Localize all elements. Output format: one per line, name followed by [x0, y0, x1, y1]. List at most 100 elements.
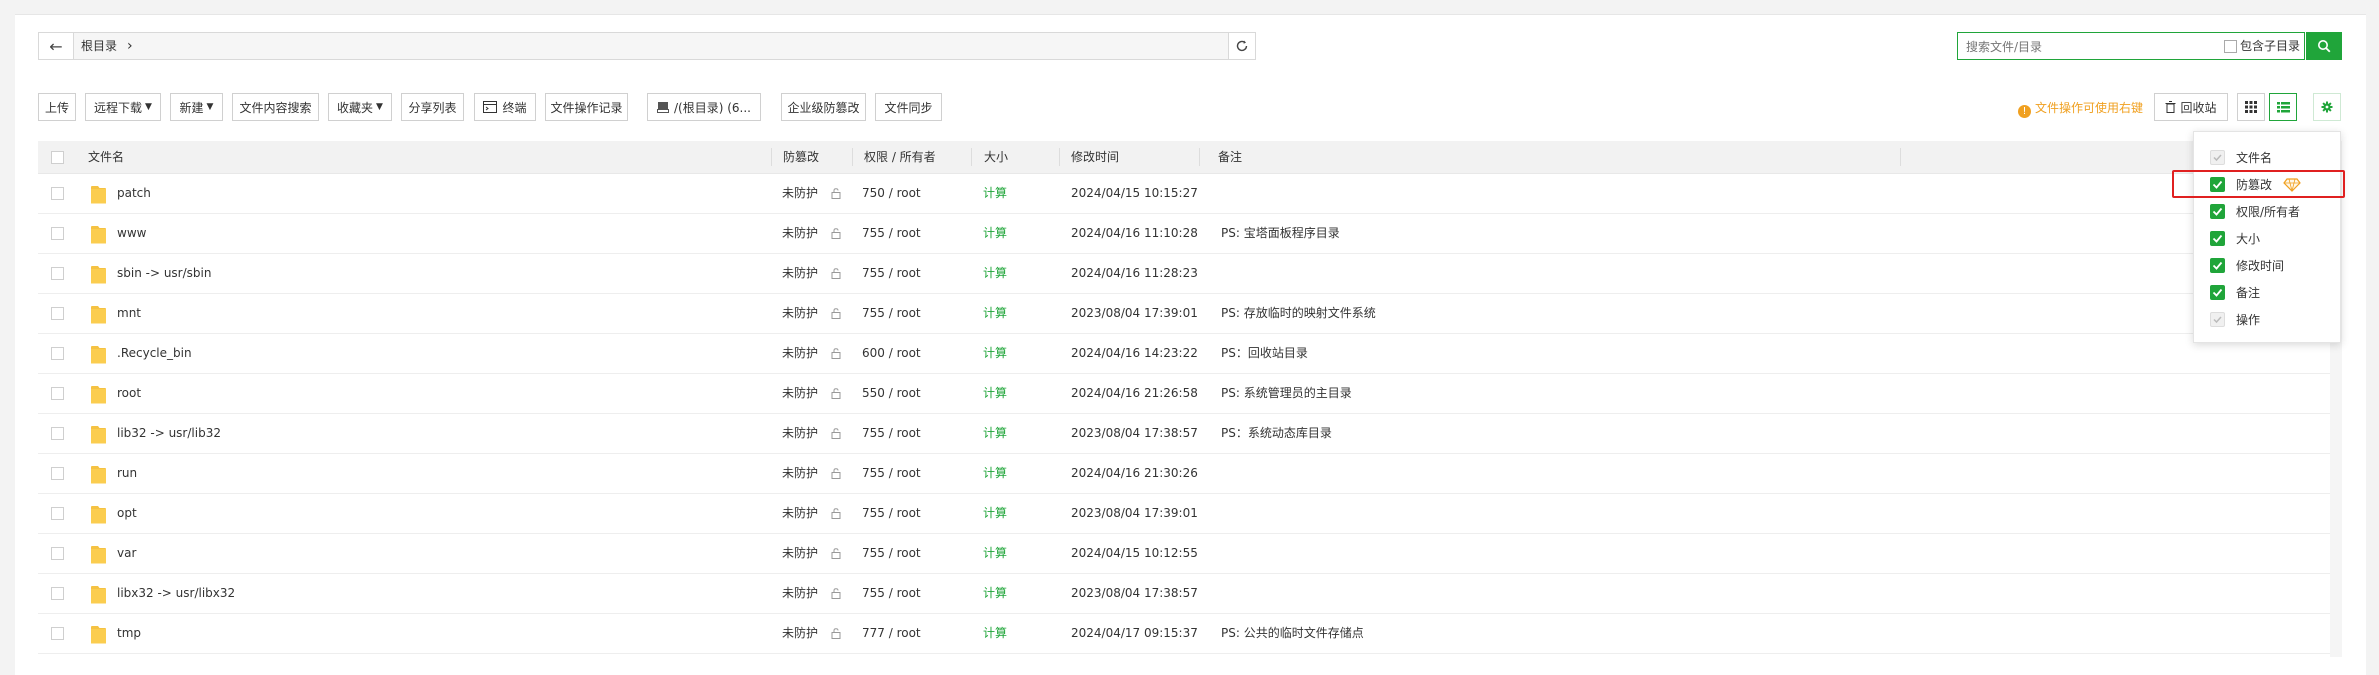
file-name[interactable]: patch [117, 174, 151, 213]
size-calc[interactable]: 计算 [983, 174, 1007, 213]
tamper-status[interactable]: 未防护 [782, 334, 818, 373]
table-row[interactable]: opt 未防护 755 / root 计算 2023/08/04 17:39:01 [38, 494, 2330, 534]
column-checkbox[interactable] [2210, 204, 2225, 219]
size-calc[interactable]: 计算 [983, 574, 1007, 613]
table-row[interactable]: root 未防护 550 / root 计算 2024/04/16 21:26:58 PS… [38, 374, 2330, 414]
column-checkbox[interactable] [2210, 231, 2225, 246]
row-checkbox[interactable] [51, 467, 64, 480]
unlock-icon[interactable] [831, 308, 843, 319]
unlock-icon[interactable] [831, 268, 843, 279]
unlock-icon[interactable] [831, 508, 843, 519]
unlock-icon[interactable] [831, 628, 843, 639]
list-view-button[interactable] [2269, 93, 2297, 121]
unlock-icon[interactable] [831, 588, 843, 599]
file-sync-button[interactable]: 文件同步 [875, 93, 942, 121]
table-row[interactable]: .Recycle_bin 未防护 600 / root 计算 2024/04/16 14… [38, 334, 2330, 374]
permission[interactable]: 755 / root [862, 294, 921, 333]
tamper-status[interactable]: 未防护 [782, 174, 818, 213]
permission[interactable]: 755 / root [862, 414, 921, 453]
row-checkbox[interactable] [51, 267, 64, 280]
note[interactable]: PS: 存放临时的映射文件系统 [1221, 294, 1376, 333]
permission[interactable]: 600 / root [862, 334, 921, 373]
table-row[interactable]: run 未防护 755 / root 计算 2024/04/16 21:30:26 [38, 454, 2330, 494]
search-button[interactable] [2306, 32, 2342, 60]
enterprise-tamper-button[interactable]: 企业级防篡改 [781, 93, 866, 121]
tamper-status[interactable]: 未防护 [782, 294, 818, 333]
column-checkbox[interactable] [2210, 258, 2225, 273]
permission[interactable]: 755 / root [862, 494, 921, 533]
file-name[interactable]: var [117, 534, 136, 573]
tamper-status[interactable]: 未防护 [782, 494, 818, 533]
size-calc[interactable]: 计算 [983, 414, 1007, 453]
size-calc[interactable]: 计算 [983, 614, 1007, 653]
permission[interactable]: 755 / root [862, 574, 921, 613]
unlock-icon[interactable] [831, 388, 843, 399]
permission[interactable]: 755 / root [862, 534, 921, 573]
table-row[interactable]: www 未防护 755 / root 计算 2024/04/16 11:10:28 PS:… [38, 214, 2330, 254]
tamper-status[interactable]: 未防护 [782, 574, 818, 613]
note[interactable]: PS: 公共的临时文件存储点 [1221, 614, 1364, 653]
size-calc[interactable]: 计算 [983, 294, 1007, 333]
tamper-status[interactable]: 未防护 [782, 214, 818, 253]
file-name[interactable]: sbin -> usr/sbin [117, 254, 211, 293]
table-row[interactable]: patch 未防护 750 / root 计算 2024/04/15 10:15:27 [38, 174, 2330, 214]
size-calc[interactable]: 计算 [983, 214, 1007, 253]
row-checkbox[interactable] [51, 427, 64, 440]
permission[interactable]: 755 / root [862, 454, 921, 493]
row-checkbox[interactable] [51, 627, 64, 640]
disk-button[interactable]: /(根目录) (6... [647, 93, 761, 121]
upload-button[interactable]: 上传 [38, 93, 76, 121]
note[interactable]: PS: 宝塔面板程序目录 [1221, 214, 1340, 253]
table-row[interactable]: lib32 -> usr/lib32 未防护 755 / root 计算 2023/08… [38, 414, 2330, 454]
share-list-button[interactable]: 分享列表 [401, 93, 464, 121]
file-name[interactable]: www [117, 214, 146, 253]
col-header-tamper[interactable]: 防篡改 [783, 141, 819, 173]
new-button[interactable]: 新建 ▼ [170, 93, 223, 121]
row-checkbox[interactable] [51, 307, 64, 320]
permission[interactable]: 750 / root [862, 174, 921, 213]
column-toggle[interactable]: 修改时间 [2194, 253, 2340, 279]
file-name[interactable]: opt [117, 494, 137, 533]
row-checkbox[interactable] [51, 227, 64, 240]
table-row[interactable]: var 未防护 755 / root 计算 2024/04/15 10:12:55 [38, 534, 2330, 574]
permission[interactable]: 550 / root [862, 374, 921, 413]
content-search-button[interactable]: 文件内容搜索 [232, 93, 319, 121]
unlock-icon[interactable] [831, 468, 843, 479]
table-row[interactable]: tmp 未防护 777 / root 计算 2024/04/17 09:15:37 PS:… [38, 614, 2330, 654]
refresh-button[interactable] [1228, 32, 1256, 60]
column-toggle[interactable]: 备注 [2194, 280, 2340, 306]
size-calc[interactable]: 计算 [983, 374, 1007, 413]
unlock-icon[interactable] [831, 348, 843, 359]
row-checkbox[interactable] [51, 587, 64, 600]
tamper-status[interactable]: 未防护 [782, 414, 818, 453]
col-header-note[interactable]: 备注 [1218, 141, 1242, 173]
size-calc[interactable]: 计算 [983, 254, 1007, 293]
path-bar[interactable]: ← 根目录 › [38, 32, 1256, 60]
permission[interactable]: 755 / root [862, 214, 921, 253]
table-row[interactable]: mnt 未防护 755 / root 计算 2023/08/04 17:39:01 PS:… [38, 294, 2330, 334]
unlock-icon[interactable] [831, 188, 843, 199]
col-header-mtime[interactable]: 修改时间 [1071, 141, 1119, 173]
include-subdir-checkbox[interactable] [2224, 40, 2237, 53]
file-name[interactable]: mnt [117, 294, 141, 333]
operation-log-button[interactable]: 文件操作记录 [545, 93, 628, 121]
col-header-size[interactable]: 大小 [984, 141, 1008, 173]
permission[interactable]: 755 / root [862, 254, 921, 293]
file-name[interactable]: .Recycle_bin [117, 334, 192, 373]
file-name[interactable]: run [117, 454, 137, 493]
recycle-bin-button[interactable]: 回收站 [2154, 93, 2228, 121]
favorites-button[interactable]: 收藏夹 ▼ [328, 93, 392, 121]
row-checkbox[interactable] [51, 507, 64, 520]
file-name[interactable]: tmp [117, 614, 141, 653]
row-checkbox[interactable] [51, 347, 64, 360]
remote-download-button[interactable]: 远程下载 ▼ [85, 93, 161, 121]
file-name[interactable]: root [117, 374, 141, 413]
note[interactable]: PS: 系统管理员的主目录 [1221, 374, 1352, 413]
size-calc[interactable]: 计算 [983, 494, 1007, 533]
terminal-button[interactable]: 终端 [474, 93, 536, 121]
size-calc[interactable]: 计算 [983, 334, 1007, 373]
size-calc[interactable]: 计算 [983, 454, 1007, 493]
tamper-status[interactable]: 未防护 [782, 614, 818, 653]
search-input[interactable] [1964, 35, 2208, 59]
unlock-icon[interactable] [831, 428, 843, 439]
